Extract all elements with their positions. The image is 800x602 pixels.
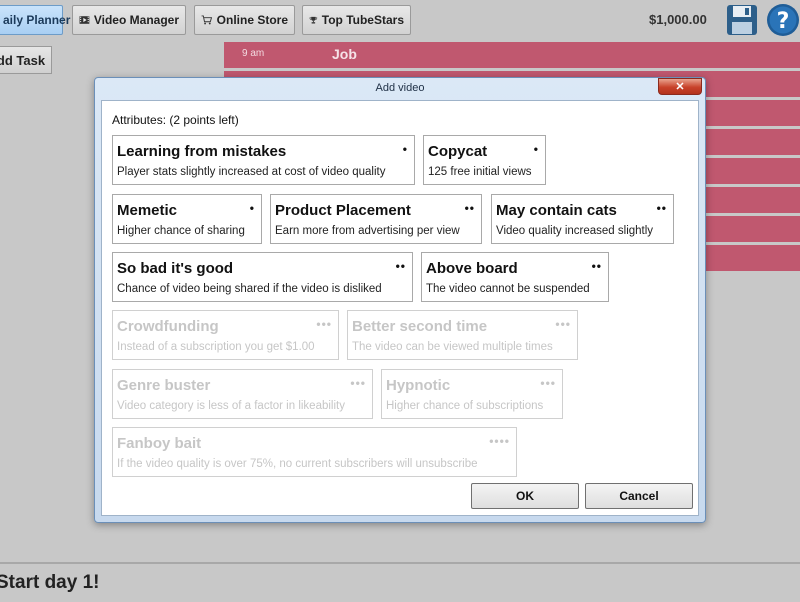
attribute-cost: •: [533, 142, 539, 156]
film-icon: [79, 16, 90, 24]
attribute-description: Higher chance of subscriptions: [386, 400, 544, 412]
attribute-card-genre-buster: Genre buster ••• Video category is less …: [112, 369, 373, 419]
schedule-slot[interactable]: 9 am Job: [224, 42, 800, 68]
attribute-description: 125 free initial views: [428, 166, 532, 178]
attribute-title: Genre buster: [117, 377, 211, 394]
attribute-title: Hypnotic: [386, 377, 451, 394]
attribute-cost: •••: [555, 317, 571, 331]
ok-button[interactable]: OK: [471, 483, 579, 509]
attribute-card-crowdfunding: Crowdfunding ••• Instead of a subscripti…: [112, 310, 339, 360]
top-toolbar: aily Planner Video Manager Online Store …: [0, 0, 800, 42]
attribute-title: Copycat: [428, 143, 488, 160]
add-video-dialog: Add video ✕ Attributes: (2 points left) …: [94, 77, 706, 523]
dialog-title: Add video: [375, 82, 425, 94]
attribute-cost: ••: [656, 201, 667, 215]
attribute-description: The video can be viewed multiple times: [352, 341, 553, 353]
attribute-description: Player stats slightly increased at cost …: [117, 166, 386, 178]
attribute-card-product-placement[interactable]: Product Placement •• Earn more from adve…: [270, 194, 482, 244]
tab-top-tubestars[interactable]: Top TubeStars: [302, 5, 411, 35]
cancel-button[interactable]: Cancel: [585, 483, 693, 509]
attribute-cost: ••••: [489, 434, 510, 448]
close-icon: ✕: [675, 81, 685, 93]
tab-video-manager[interactable]: Video Manager: [72, 5, 186, 35]
attribute-card-memetic[interactable]: Memetic • Higher chance of sharing: [112, 194, 262, 244]
attribute-cost: ••: [591, 259, 602, 273]
attribute-title: May contain cats: [496, 202, 617, 219]
attribute-card-better-second-time: Better second time ••• The video can be …: [347, 310, 578, 360]
attribute-title: So bad it's good: [117, 260, 234, 277]
attribute-description: Earn more from advertising per view: [275, 225, 460, 237]
attribute-description: Video category is less of a factor in li…: [117, 400, 345, 412]
attribute-description: Chance of video being shared if the vide…: [117, 283, 382, 295]
attribute-cost: ••: [395, 259, 406, 273]
attribute-card-fanboy-bait: Fanboy bait •••• If the video quality is…: [112, 427, 517, 477]
attribute-title: Product Placement: [275, 202, 411, 219]
attribute-title: Learning from mistakes: [117, 143, 287, 160]
slot-time: 9 am: [242, 48, 265, 59]
attribute-card-so-bad-its-good[interactable]: So bad it's good •• Chance of video bein…: [112, 252, 413, 302]
attribute-card-above-board[interactable]: Above board •• The video cannot be suspe…: [421, 252, 609, 302]
attribute-description: The video cannot be suspended: [426, 283, 590, 295]
tab-label: Top TubeStars: [321, 13, 404, 27]
attribute-cost: •••: [540, 376, 556, 390]
tab-label: Online Store: [216, 13, 288, 27]
save-icon[interactable]: [726, 4, 758, 36]
attribute-cost: •: [402, 142, 408, 156]
add-task-button[interactable]: dd Task: [0, 46, 52, 74]
attribute-card-may-contain-cats[interactable]: May contain cats •• Video quality increa…: [491, 194, 674, 244]
attributes-points-label: Attributes: (2 points left): [112, 113, 239, 127]
attribute-description: Video quality increased slightly: [496, 225, 654, 237]
svg-text:?: ?: [777, 9, 790, 34]
attribute-card-hypnotic: Hypnotic ••• Higher chance of subscripti…: [381, 369, 563, 419]
attribute-description: Instead of a subscription you get $1.00: [117, 341, 315, 353]
cart-icon: [201, 15, 213, 25]
start-day-button[interactable]: Start day 1!: [0, 572, 99, 594]
dialog-body: Attributes: (2 points left) Learning fro…: [101, 100, 699, 516]
attribute-cost: •••: [316, 317, 332, 331]
attribute-cost: ••: [464, 201, 475, 215]
help-icon[interactable]: ?: [766, 3, 800, 37]
attribute-title: Memetic: [117, 202, 178, 219]
close-button[interactable]: ✕: [658, 78, 702, 95]
tab-daily-planner[interactable]: aily Planner: [0, 5, 70, 35]
money-display: $1,000.00: [649, 12, 707, 27]
attribute-title: Crowdfunding: [117, 318, 219, 335]
attribute-card-copycat[interactable]: Copycat • 125 free initial views: [423, 135, 546, 185]
attribute-title: Fanboy bait: [117, 435, 202, 452]
attribute-cost: •: [249, 201, 255, 215]
slot-task: Job: [332, 46, 357, 62]
attribute-title: Better second time: [352, 318, 488, 335]
tab-label: aily Planner: [3, 13, 71, 27]
attribute-card-learning-from-mistakes[interactable]: Learning from mistakes • Player stats sl…: [112, 135, 415, 185]
tab-online-store[interactable]: Online Store: [194, 5, 295, 35]
attribute-description: Higher chance of sharing: [117, 225, 245, 237]
trophy-icon: [309, 16, 318, 24]
attribute-description: If the video quality is over 75%, no cur…: [117, 458, 478, 470]
tab-label: Video Manager: [93, 13, 179, 27]
bottom-bar: [0, 562, 800, 602]
attribute-cost: •••: [350, 376, 366, 390]
attribute-title: Above board: [426, 260, 518, 277]
